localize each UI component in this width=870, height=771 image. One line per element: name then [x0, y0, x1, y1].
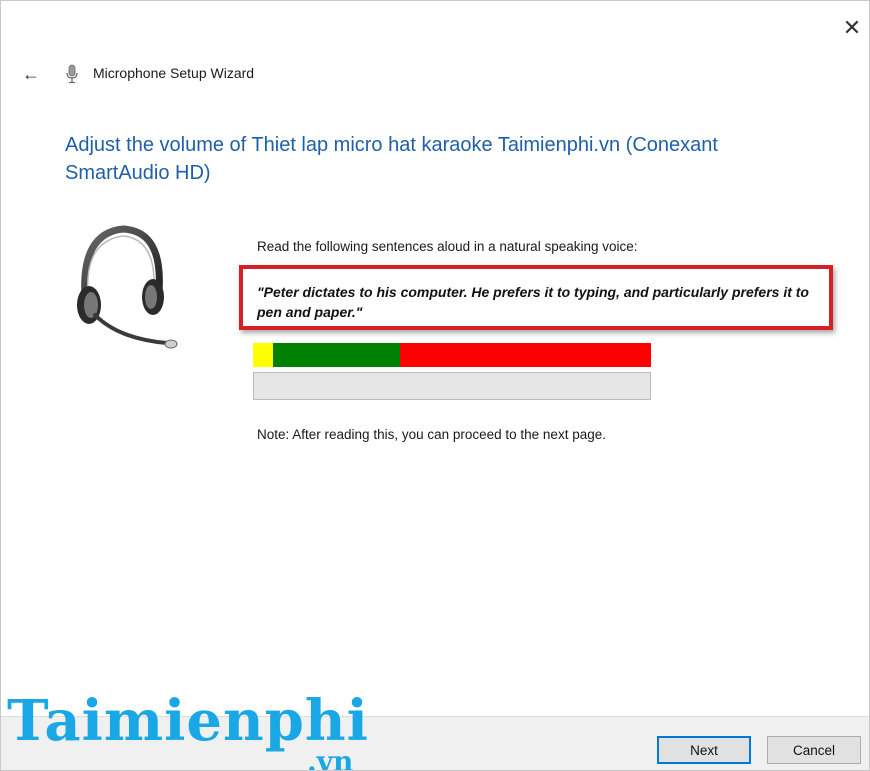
sentence-to-read: "Peter dictates to his computer. He pref…	[257, 284, 809, 320]
close-icon[interactable]: ✕	[839, 15, 865, 41]
reading-progress-bar	[253, 372, 651, 400]
window-title: Microphone Setup Wizard	[93, 65, 255, 81]
volume-meter-segment	[253, 343, 273, 367]
note-text: Note: After reading this, you can procee…	[257, 427, 606, 442]
page-heading: Adjust the volume of Thiet lap micro hat…	[65, 134, 718, 184]
volume-meter-segment	[400, 343, 651, 367]
instructions-text: Read the following sentences aloud in a …	[257, 239, 638, 254]
headset-illustration	[77, 225, 178, 349]
watermark-logo: Taimienphi	[7, 688, 369, 754]
back-arrow-icon[interactable]: ←	[17, 61, 45, 87]
wizard-window: ✕ ← Microphone Setup Wizard Adjust the v…	[0, 0, 870, 771]
cancel-button[interactable]: Cancel	[767, 736, 861, 764]
volume-meter-segment	[272, 343, 401, 367]
watermark-logo-suffix: .vn	[307, 745, 354, 771]
volume-meter	[253, 343, 651, 367]
microphone-icon	[66, 64, 78, 84]
next-button[interactable]: Next	[657, 736, 751, 764]
